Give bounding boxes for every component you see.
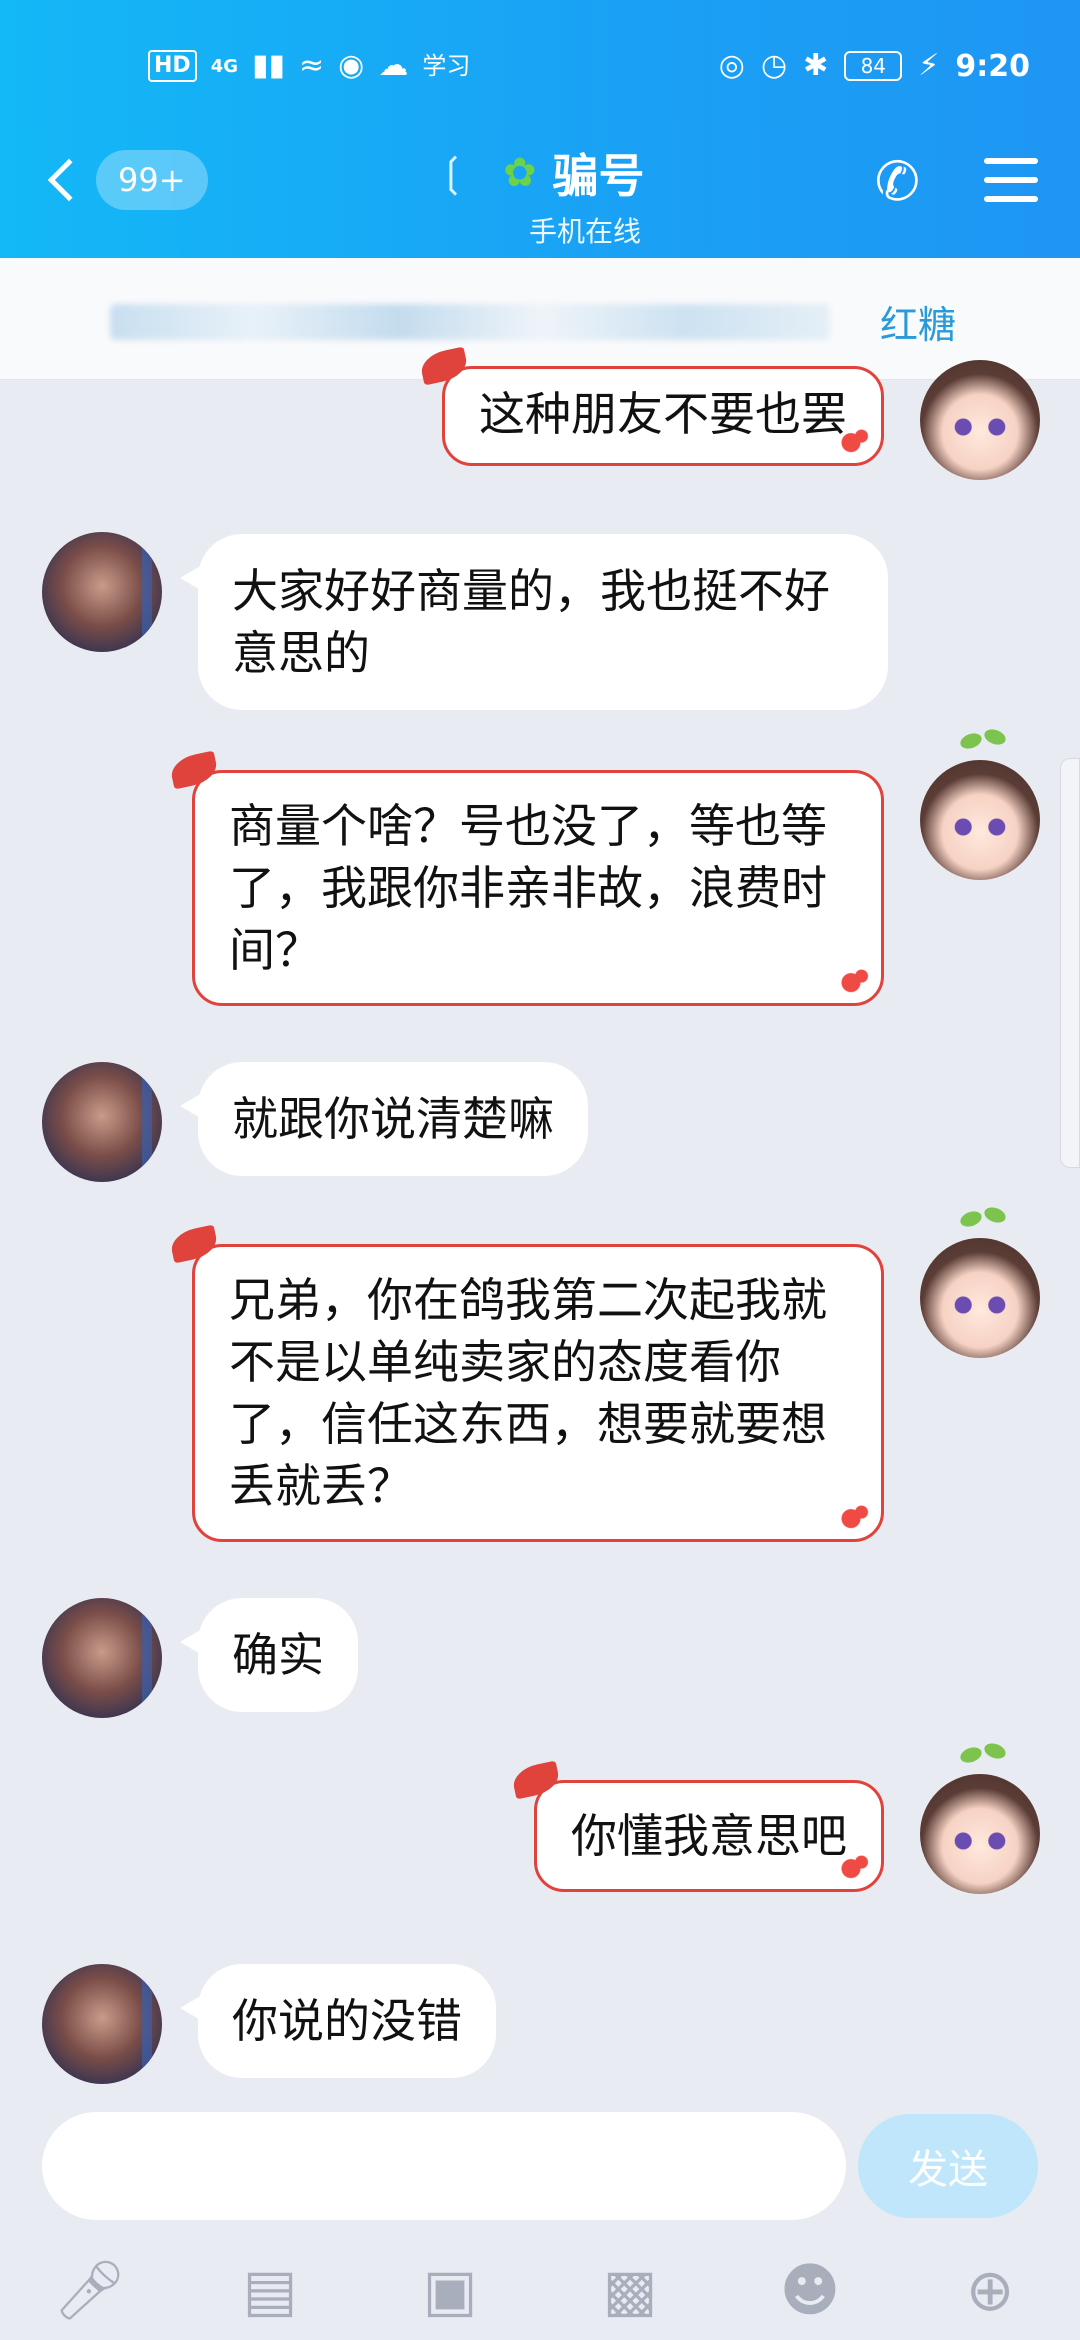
red-packet-icon[interactable]: ▩ xyxy=(590,2250,670,2330)
chat-title: 骗号 xyxy=(552,149,645,203)
wechat-icon: ◉ xyxy=(338,48,365,83)
message-bubble-incoming[interactable]: 大家好好商量的，我也挺不好意思的 xyxy=(180,534,888,710)
phone-icon: ✆ xyxy=(874,150,920,213)
microphone-icon[interactable]: 🎤︎ xyxy=(50,2250,130,2330)
eye-icon: ◎ xyxy=(718,48,745,83)
message-bubble-outgoing[interactable]: 兄弟，你在鸽我第二次起我就不是以单纯卖家的态度看你了，信任这东西，想要就要想丢就… xyxy=(192,1244,884,1542)
my-avatar[interactable] xyxy=(920,1238,1040,1358)
menu-line-icon xyxy=(984,196,1038,202)
alarm-icon: ◷ xyxy=(760,48,788,83)
my-avatar[interactable] xyxy=(920,360,1040,480)
message-input[interactable] xyxy=(42,2112,846,2220)
camera-icon[interactable]: ▣ xyxy=(410,2250,490,2330)
blurred-text xyxy=(110,304,830,340)
contact-avatar[interactable] xyxy=(42,532,162,652)
network-type: 4G xyxy=(210,55,238,77)
app-notification-label: 学习 xyxy=(422,52,471,80)
input-bar: 发送 🎤︎ ▤ ▣ ▩ ☻ ⊕ xyxy=(0,2100,1080,2340)
bluetooth-icon: ✱ xyxy=(803,48,829,83)
top-bar: HD 4G ▮▮ ≈ ◉ ☁ 学习 ◎ ◷ ✱ 84 ⚡ 9:20 99+ ❲ … xyxy=(0,0,1080,258)
hd-indicator: HD xyxy=(148,50,197,82)
signal-icon: ▮▮ xyxy=(252,48,286,83)
banner-text: 红糖 xyxy=(880,303,957,347)
announcement-banner[interactable]: 红糖 xyxy=(0,258,1080,380)
menu-line-icon xyxy=(984,158,1038,164)
menu-line-icon xyxy=(984,177,1038,183)
ear-icon: ❲ xyxy=(435,150,469,196)
clock: 9:20 xyxy=(955,48,1030,84)
scrollbar[interactable] xyxy=(1060,758,1080,1168)
message-bubble-outgoing[interactable]: 你懂我意思吧 xyxy=(534,1780,884,1892)
plus-icon[interactable]: ⊕ xyxy=(950,2250,1030,2330)
status-bar: HD 4G ▮▮ ≈ ◉ ☁ 学习 ◎ ◷ ✱ 84 ⚡ 9:20 xyxy=(0,38,1080,98)
message-bubble-outgoing[interactable]: 商量个啥？号也没了，等也等了，我跟你非亲非故，浪费时间？ xyxy=(192,770,884,1006)
charging-icon: ⚡ xyxy=(918,48,940,83)
sprout-icon: ✿ xyxy=(503,150,537,196)
message-list[interactable]: 这种朋友不要也罢 大家好好商量的，我也挺不好意思的 商量个啥？号也没了，等也等了… xyxy=(0,360,1080,2100)
contact-avatar[interactable] xyxy=(42,1964,162,2084)
contact-avatar[interactable] xyxy=(42,1062,162,1182)
message-bubble-incoming[interactable]: 就跟你说清楚嘛 xyxy=(180,1062,588,1176)
input-toolbar: 🎤︎ ▤ ▣ ▩ ☻ ⊕ xyxy=(0,2250,1080,2340)
message-bubble-incoming[interactable]: 你说的没错 xyxy=(180,1964,496,2078)
message-bubble-incoming[interactable]: 确实 xyxy=(180,1598,358,1712)
my-avatar[interactable] xyxy=(920,1774,1040,1894)
my-avatar[interactable] xyxy=(920,760,1040,880)
message-bubble-outgoing[interactable]: 这种朋友不要也罢 xyxy=(442,366,884,466)
online-status: 手机在线 xyxy=(528,215,641,248)
phone-call-button[interactable]: ✆ xyxy=(875,150,920,213)
cloud-icon: ☁ xyxy=(378,48,409,83)
menu-button[interactable] xyxy=(984,158,1038,202)
emoji-icon[interactable]: ☻ xyxy=(770,2250,850,2330)
contact-avatar[interactable] xyxy=(42,1598,162,1718)
image-icon[interactable]: ▤ xyxy=(230,2250,310,2330)
wifi-icon: ≈ xyxy=(299,48,325,83)
battery-level: 84 xyxy=(844,51,903,81)
send-button[interactable]: 发送 xyxy=(858,2114,1038,2218)
